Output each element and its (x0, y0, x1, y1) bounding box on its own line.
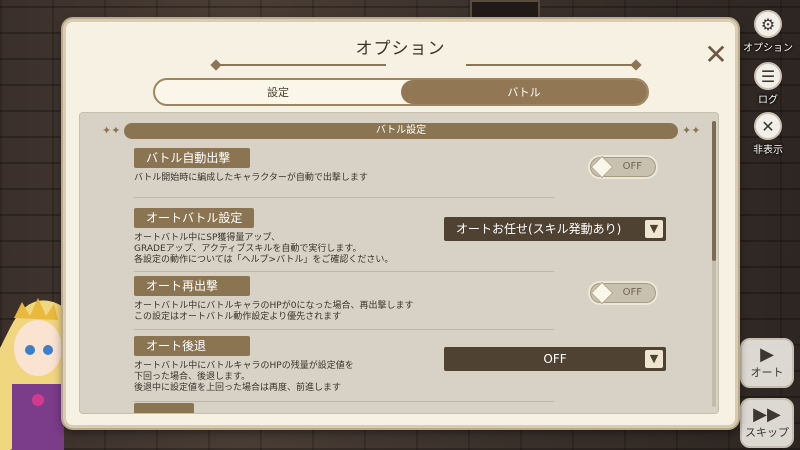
settings-panel: ✦✦ バトル設定 ✦✦ バトル自動出撃 バトル開始時に編成したキャラクターが自動… (79, 112, 719, 414)
ornament-icon: ✦✦ (682, 124, 701, 137)
section-header: バトル設定 (124, 123, 678, 139)
toggle-knob (590, 155, 614, 179)
log-icon: ☰ (754, 62, 782, 90)
setting-description: オートバトル中にSP獲得量アップ、 GRADEアップ、アクティブスキルを自動で実… (134, 233, 394, 265)
log-side-button[interactable]: ☰ ログ (744, 62, 792, 106)
divider-ornament (210, 59, 222, 71)
title-divider-right (466, 64, 636, 66)
setting-label: オート再出撃 (134, 276, 250, 296)
divider (134, 401, 554, 402)
auto-button[interactable]: ▶ オート (740, 338, 794, 388)
divider (134, 329, 554, 330)
scrollbar[interactable] (712, 121, 716, 407)
option-side-button[interactable]: ⚙ オプション (743, 10, 793, 54)
scrollbar-thumb[interactable] (712, 121, 716, 261)
setting-auto-sortie: バトル自動出撃 バトル開始時に編成したキャラクターが自動で出撃します OFF (134, 147, 674, 198)
close-icon[interactable]: ✕ (703, 41, 729, 69)
auto-resortie-toggle[interactable]: OFF (588, 281, 658, 305)
auto-retreat-dropdown[interactable]: OFF ▼ (444, 347, 666, 371)
setting-description: バトル開始時に編成したキャラクターが自動で出撃します (134, 173, 368, 183)
tab-battle[interactable]: バトル (401, 80, 647, 104)
setting-auto-battle: オートバトル設定 オートバトル中にSP獲得量アップ、 GRADEアップ、アクティ… (134, 207, 674, 272)
next-setting-label-partial (134, 403, 194, 413)
dropdown-arrow-icon: ▼ (645, 220, 663, 238)
gear-icon: ⚙ (754, 10, 782, 38)
dropdown-arrow-icon: ▼ (645, 350, 663, 368)
setting-auto-resortie: オート再出撃 オートバトル中にバトルキャラのHPが0になった場合、再出撃します … (134, 275, 674, 330)
toggle-knob (590, 281, 614, 305)
divider (134, 197, 554, 198)
tab-settings[interactable]: 設定 (155, 80, 401, 104)
setting-label: オートバトル設定 (134, 208, 255, 228)
setting-description: オートバトル中にバトルキャラのHPが0になった場合、再出撃します この設定はオー… (134, 301, 414, 322)
setting-auto-retreat: オート後退 オートバトル中にバトルキャラのHPの残量が設定値を 下回った場合、後… (134, 335, 674, 402)
hide-side-button[interactable]: ✕ 非表示 (744, 112, 792, 156)
setting-label: オート後退 (134, 336, 250, 356)
play-icon: ▶ (760, 344, 774, 365)
title-divider-left (216, 64, 386, 66)
ornament-icon: ✦✦ (102, 124, 121, 137)
divider (134, 271, 554, 272)
skip-button[interactable]: ▶▶ スキップ (740, 398, 794, 448)
divider-ornament (630, 59, 642, 71)
setting-description: オートバトル中にバトルキャラのHPの残量が設定値を 下回った場合、後退します。 … (134, 361, 354, 393)
dialog-title: オプション (355, 39, 446, 59)
auto-sortie-toggle[interactable]: OFF (588, 155, 658, 179)
fast-forward-icon: ▶▶ (753, 404, 781, 425)
hide-icon: ✕ (754, 112, 782, 140)
auto-battle-dropdown[interactable]: オートお任せ(スキル発動あり) ▼ (444, 217, 666, 241)
tab-bar: 設定 バトル (153, 78, 649, 106)
options-dialog: オプション ✕ 設定 バトル ✦✦ バトル設定 ✦✦ バトル自動出撃 バトル開始… (63, 19, 738, 428)
setting-label: バトル自動出撃 (134, 148, 250, 168)
